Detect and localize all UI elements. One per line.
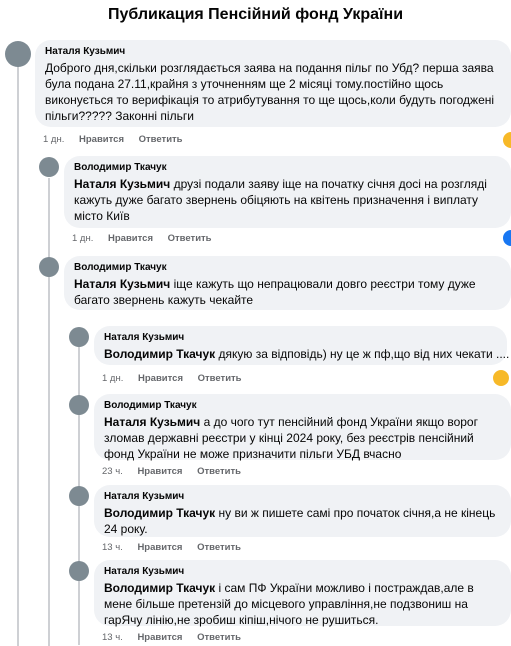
comment-author[interactable]: Наталя Кузьмич <box>45 46 501 58</box>
comment-time[interactable]: 1 дн. <box>72 233 93 244</box>
page-title: Публикация Пенсійний фонд України <box>107 6 404 23</box>
comment-time[interactable]: 23 ч. <box>102 466 123 477</box>
comment-bubble: Наталя Кузьмич Доброго дня,скільки розгл… <box>35 40 511 127</box>
like-button[interactable]: Нравится <box>137 542 182 553</box>
comment-actions: 13 ч. Нравится Ответить <box>102 632 253 643</box>
comment-text: Доброго дня,скільки розглядається заява … <box>45 61 495 123</box>
comment-text: Наталя Кузьмич а до чого тут пенсійний ф… <box>104 415 478 461</box>
comment-bubble: Володимир Ткачук Наталя Кузьмич а до чог… <box>94 394 511 461</box>
comment-time[interactable]: 1 дн. <box>43 134 64 145</box>
comment-text: Володимир Ткачук і сам ПФ України можлив… <box>104 581 474 627</box>
comment-author[interactable]: Наталя Кузьмич <box>104 491 501 503</box>
mention[interactable]: Володимир Ткачук <box>104 506 215 520</box>
comment-text: Наталя Кузьмич друзі подали заяву іще на… <box>74 177 487 223</box>
reaction-icon <box>503 132 511 148</box>
avatar[interactable] <box>69 327 89 347</box>
like-button[interactable]: Нравится <box>108 233 153 244</box>
comment-author[interactable]: Наталя Кузьмич <box>104 566 501 578</box>
like-button[interactable]: Нравится <box>79 134 124 145</box>
avatar[interactable] <box>39 257 59 277</box>
like-button[interactable]: Нравится <box>137 632 182 643</box>
comment-bubble: Володимир Ткачук Наталя Кузьмич друзі по… <box>64 156 511 228</box>
reply-button[interactable]: Ответить <box>197 632 241 643</box>
avatar[interactable] <box>69 395 89 415</box>
comment-actions: 23 ч. Нравится Ответить <box>102 466 253 477</box>
comment-bubble: Наталя Кузьмич Володимир Ткачук і сам ПФ… <box>94 560 511 627</box>
comment-bubble: Наталя Кузьмич Володимир Ткачук дякую за… <box>94 326 510 365</box>
comment-text: Володимир Ткачук дякую за відповідь) ну … <box>104 347 510 361</box>
like-button[interactable]: Нравится <box>138 373 183 384</box>
comment-actions: 1 дн. Нравится Ответить <box>102 373 254 384</box>
comment-time[interactable]: 13 ч. <box>102 542 123 553</box>
comment-author[interactable]: Володимир Ткачук <box>74 162 501 174</box>
mention[interactable]: Наталя Кузьмич <box>74 277 170 291</box>
comment-author[interactable]: Володимир Ткачук <box>104 400 501 412</box>
reply-button[interactable]: Ответить <box>198 373 242 384</box>
reaction-icon <box>503 230 511 246</box>
comment-actions: 1 дн. Нравится Ответить <box>43 134 195 145</box>
avatar[interactable] <box>69 486 89 506</box>
mention[interactable]: Наталя Кузьмич <box>74 177 170 191</box>
reply-button[interactable]: Ответить <box>197 466 241 477</box>
comment-actions: 13 ч. Нравится Ответить <box>102 542 253 553</box>
reaction-icon <box>493 370 509 386</box>
reply-button[interactable]: Ответить <box>197 542 241 553</box>
comment-actions: 1 дн. Нравится Ответить <box>72 233 224 244</box>
comment-time[interactable]: 13 ч. <box>102 632 123 643</box>
thread-line <box>48 178 50 260</box>
comment-author[interactable]: Володимир Ткачук <box>74 262 501 274</box>
mention[interactable]: Володимир Ткачук <box>104 581 215 595</box>
like-button[interactable]: Нравится <box>137 466 182 477</box>
mention[interactable]: Наталя Кузьмич <box>104 415 200 429</box>
comment-author[interactable]: Наталя Кузьмич <box>104 332 497 344</box>
comment-time[interactable]: 1 дн. <box>102 373 123 384</box>
comment-text: Володимир Ткачук ну ви ж пишете самі про… <box>104 506 496 536</box>
avatar[interactable] <box>5 41 31 67</box>
thread-line <box>48 276 50 646</box>
comment-bubble: Наталя Кузьмич Володимир Ткачук ну ви ж … <box>94 485 511 537</box>
reply-button[interactable]: Ответить <box>139 134 183 145</box>
reply-button[interactable]: Ответить <box>168 233 212 244</box>
comment-text: Наталя Кузьмич іще кажуть що непрацювали… <box>74 277 476 307</box>
avatar[interactable] <box>69 561 89 581</box>
comment-bubble: Володимир Ткачук Наталя Кузьмич іще кажу… <box>64 256 511 310</box>
avatar[interactable] <box>39 157 59 177</box>
mention[interactable]: Володимир Ткачук <box>104 347 215 361</box>
thread-line <box>17 66 19 646</box>
